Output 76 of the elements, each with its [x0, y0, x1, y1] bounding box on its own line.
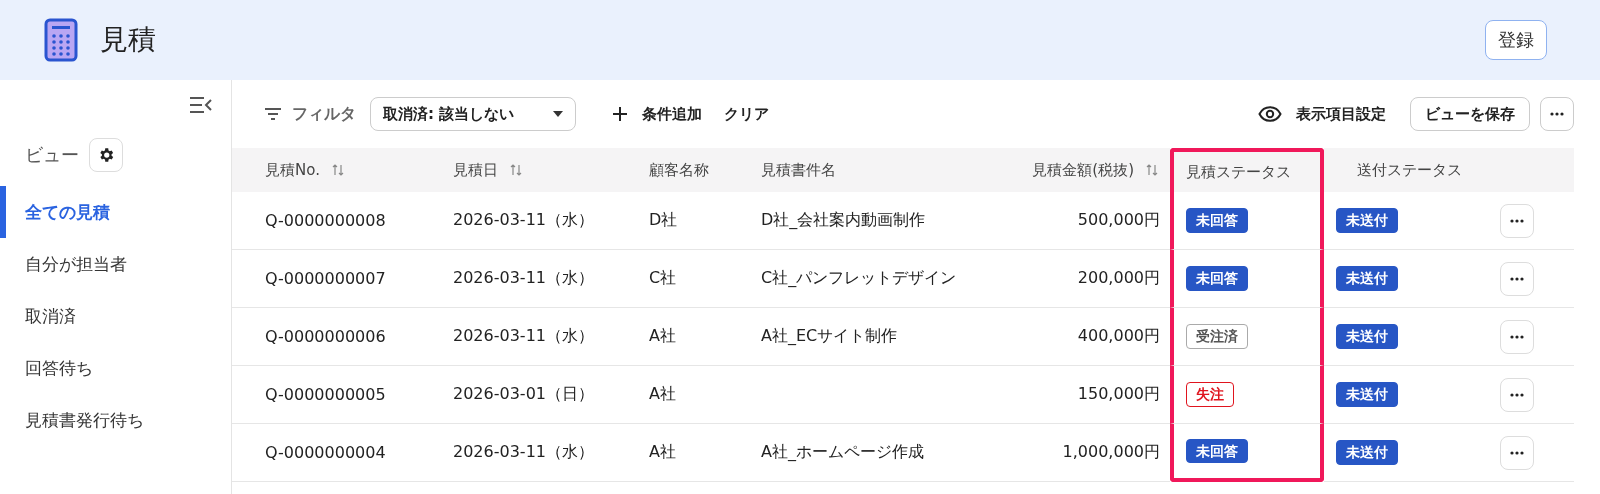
register-button[interactable]: 登録: [1485, 20, 1547, 60]
calculator-icon: [44, 18, 78, 62]
table-cell: Q-0000000008: [232, 192, 420, 250]
more-icon: [1550, 112, 1564, 116]
column-header: 見積書件名: [728, 148, 975, 192]
table-cell: 2026-03-11（水）: [420, 192, 616, 250]
status-badge: 失注: [1186, 382, 1234, 407]
table-cell: 2026-03-11（水）: [420, 308, 616, 366]
table-cell: A社: [616, 366, 728, 424]
table-cell: 2026-03-11（水）: [420, 424, 616, 482]
save-view-button[interactable]: ビューを保存: [1410, 97, 1530, 131]
caret-icon: [553, 111, 563, 117]
table-cell: 200,000円: [975, 250, 1170, 308]
plus-icon: [612, 106, 628, 122]
status-badge: 未回答: [1186, 266, 1248, 291]
table-cell: Q-0000000007: [232, 250, 420, 308]
collapse-sidebar-icon[interactable]: [189, 96, 213, 114]
table-cell: Q-0000000004: [232, 424, 420, 482]
filter-icon: [264, 107, 282, 121]
views-label: ビュー: [25, 143, 79, 167]
display-settings-button[interactable]: 表示項目設定: [1252, 104, 1392, 124]
table-cell: A社_ホームページ作成: [728, 424, 975, 482]
column-header: 見積No.: [232, 148, 420, 192]
status-badge: 未送付: [1336, 266, 1398, 291]
status-badge: 未送付: [1336, 440, 1398, 465]
view-settings-button[interactable]: [89, 138, 123, 172]
sidebar-item[interactable]: 見積書発行待ち: [0, 394, 231, 446]
filter-dropdown[interactable]: 取消済: 該当しない: [370, 97, 576, 131]
more-icon: [1510, 218, 1524, 223]
more-button[interactable]: [1540, 97, 1574, 131]
eye-icon: [1258, 106, 1282, 122]
column-header: 送付ステータス: [1324, 148, 1480, 192]
clear-button[interactable]: クリア: [718, 104, 775, 124]
table-cell: C社_パンフレットデザイン: [728, 250, 975, 308]
status-badge: 未回答: [1186, 208, 1248, 233]
status-badge: 未送付: [1336, 382, 1398, 407]
table-cell: Q-0000000005: [232, 366, 420, 424]
column-header: 見積ステータス: [1170, 148, 1324, 192]
table-cell: 1,000,000円: [975, 424, 1170, 482]
table-cell: Q-0000000006: [232, 308, 420, 366]
sidebar-item[interactable]: 自分が担当者: [0, 238, 231, 290]
sort-icon[interactable]: [331, 163, 344, 177]
row-more-button[interactable]: [1500, 377, 1534, 412]
more-icon: [1510, 334, 1524, 339]
table-cell: 150,000円: [975, 366, 1170, 424]
sidebar-item[interactable]: 回答待ち: [0, 342, 231, 394]
row-more-button[interactable]: [1500, 261, 1534, 296]
row-more-button[interactable]: [1500, 203, 1534, 238]
column-header: 見積日: [420, 148, 616, 192]
status-badge: 未回答: [1186, 438, 1248, 464]
sort-icon[interactable]: [510, 163, 522, 177]
column-header: 顧客名称: [616, 148, 728, 192]
more-icon: [1510, 392, 1524, 397]
column-header: 見積金額(税抜): [975, 148, 1170, 192]
more-icon: [1510, 276, 1524, 281]
status-badge: 受注済: [1186, 324, 1248, 349]
table-cell: D社: [616, 192, 728, 250]
table-cell: D社_会社案内動画制作: [728, 192, 975, 250]
filter-label: フィルタ: [292, 103, 356, 125]
status-badge: 未送付: [1336, 324, 1398, 349]
table-cell: C社: [616, 250, 728, 308]
table-cell: 400,000円: [975, 308, 1170, 366]
table-cell: 500,000円: [975, 192, 1170, 250]
add-condition-button[interactable]: 条件追加: [606, 104, 708, 124]
row-more-button[interactable]: [1500, 319, 1534, 354]
row-more-button[interactable]: [1500, 435, 1534, 470]
table-cell: A社: [616, 424, 728, 482]
table-cell: 2026-03-01（日）: [420, 366, 616, 424]
more-icon: [1510, 450, 1524, 455]
status-badge: 未送付: [1336, 208, 1398, 233]
table-cell: 2026-03-11（水）: [420, 250, 616, 308]
sort-icon[interactable]: [1146, 163, 1158, 177]
table-cell: A社_ECサイト制作: [728, 308, 975, 366]
sidebar-item[interactable]: 取消済: [0, 290, 231, 342]
table-cell: A社: [616, 308, 728, 366]
page-title: 見積: [100, 22, 157, 58]
